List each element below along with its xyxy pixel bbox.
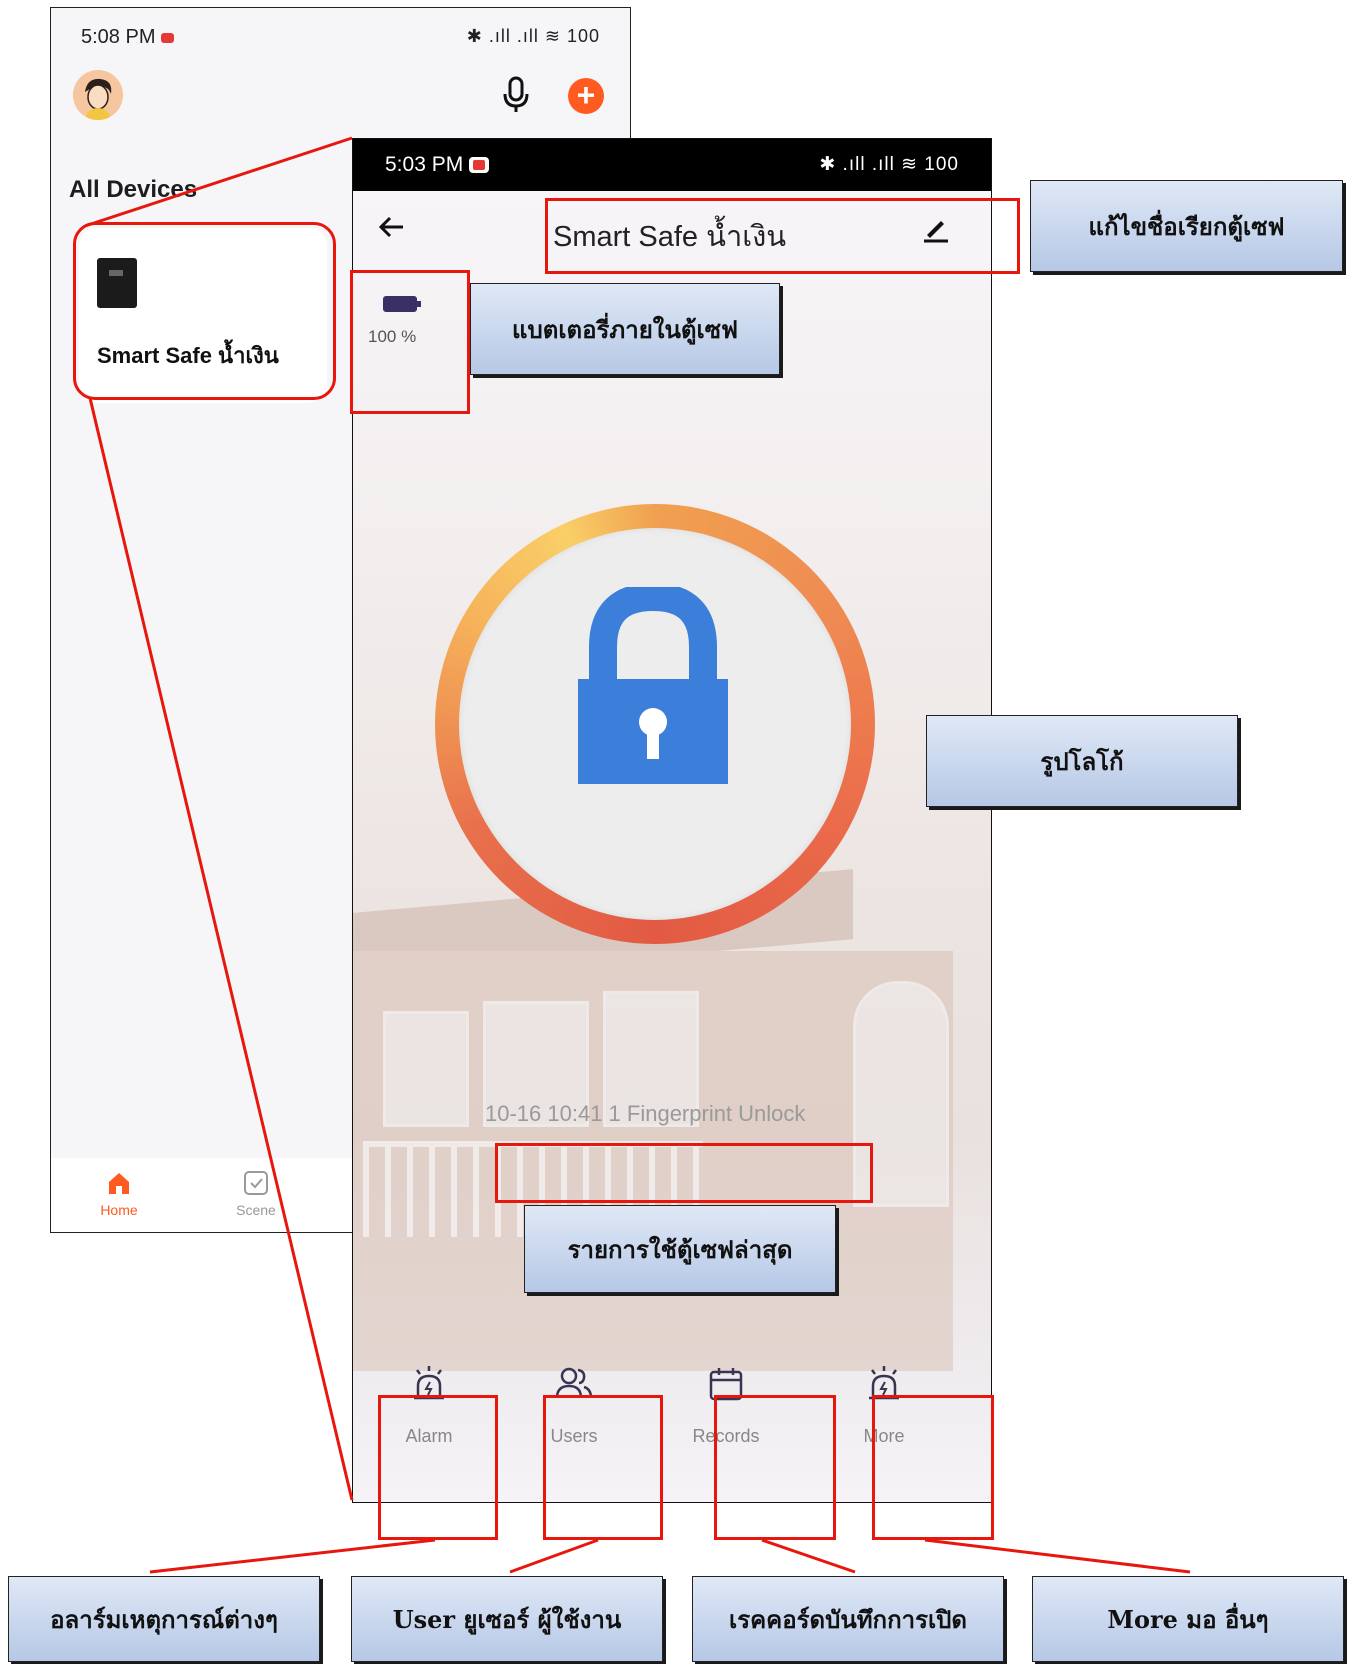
padlock-locked-icon [573, 582, 733, 787]
status-bar: 5:03 PM ✱ .ıll .ıll ≋ 100 [353, 139, 991, 191]
add-device-button[interactable]: + [568, 78, 604, 114]
status-icons: ✱ .ıll .ıll ≋ 100 [819, 154, 959, 175]
last-record-text[interactable]: 10-16 10:41 1 Fingerprint Unlock [485, 1101, 805, 1127]
callout-alarm: อลาร์มเหตุการณ์ต่างๆ [8, 1576, 320, 1662]
home-icon [106, 1170, 132, 1196]
tab-scene[interactable]: Scene [216, 1170, 296, 1218]
callout-logo: รูปโลโก้ [926, 715, 1238, 807]
status-time: 5:08 PM [81, 26, 175, 49]
callout-battery: แบตเตอรี่ภายในตู้เซฟ [470, 283, 780, 375]
tab-home-label: Home [100, 1202, 138, 1218]
back-arrow-icon[interactable] [377, 212, 407, 242]
highlight-more [872, 1395, 994, 1540]
avatar[interactable] [73, 70, 123, 120]
highlight-users [543, 1395, 663, 1540]
tab-scene-label: Scene [236, 1202, 276, 1218]
callout-rename: แก้ไขชื่อเรียกตู้เซฟ [1030, 180, 1343, 272]
microphone-icon[interactable] [501, 76, 531, 114]
tab-home[interactable]: Home [79, 1170, 159, 1218]
status-icons: ✱ .ıll .ıll ≋ 100 [466, 26, 600, 46]
callout-records: เรคคอร์ดบันทึกการเปิด [692, 1576, 1004, 1662]
page-title: All Devices [69, 176, 198, 203]
highlight-records [714, 1395, 836, 1540]
highlight-title [545, 198, 1020, 274]
callout-users: User ยูเซอร์ ผู้ใช้งาน [351, 1576, 663, 1662]
scene-icon [243, 1170, 269, 1196]
highlight-alarm [378, 1395, 498, 1540]
highlight-last-record [495, 1143, 873, 1203]
highlight-battery [350, 270, 470, 414]
youtube-icon [469, 157, 490, 174]
status-time: 5:03 PM [385, 153, 490, 177]
youtube-icon [161, 32, 175, 43]
highlight-device-card [73, 222, 336, 400]
callout-last-record: รายการใช้ตู้เซฟล่าสุด [524, 1205, 836, 1293]
callout-more: More มอ อื่นๆ [1032, 1576, 1344, 1662]
